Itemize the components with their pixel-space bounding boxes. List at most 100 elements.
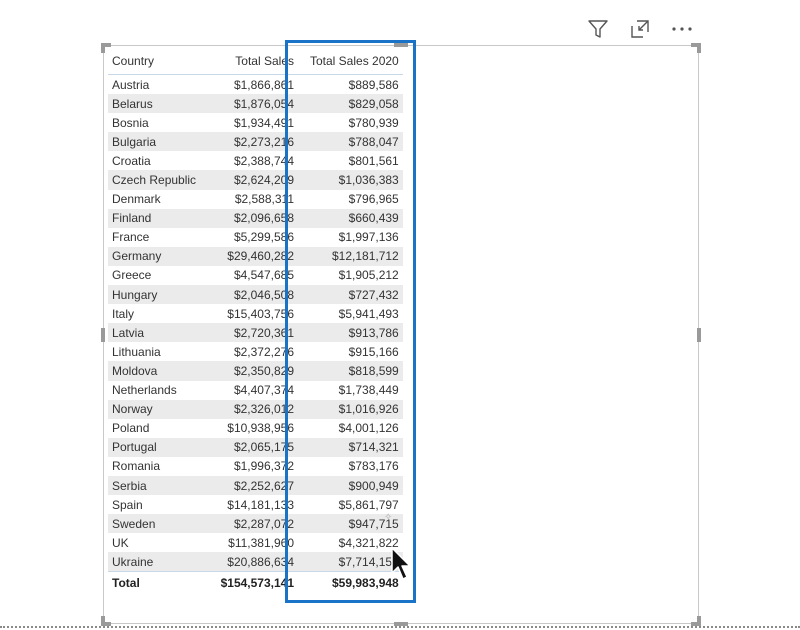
table-row[interactable]: Poland $10,938,956 $4,001,126	[108, 419, 403, 438]
table-row[interactable]: Greece $4,547,685 $1,905,212	[108, 266, 403, 285]
cell-total-sales-2020: $4,321,822	[338, 535, 399, 550]
table-row[interactable]: Ukraine $20,886,634 $7,714,152	[108, 552, 403, 572]
table-row[interactable]: France $5,299,586 $1,997,136	[108, 228, 403, 247]
cell-country: Poland	[112, 421, 150, 436]
cell-country: Lithuania	[112, 344, 161, 359]
table-row[interactable]: Lithuania $2,372,276 $915,166	[108, 342, 403, 361]
sparkle-icon: ✧	[384, 512, 393, 523]
table-row[interactable]: Portugal $2,065,175 $714,321	[108, 437, 403, 457]
cell-total-sales-2020: $12,181,712	[306, 246, 403, 266]
table-row[interactable]: Spain $14,181,133 $5,861,797	[108, 495, 403, 514]
cell-country: Moldova	[108, 361, 204, 381]
sales-data-table: Country Total Sales Total Sales 2020 Aus…	[108, 48, 403, 595]
cell-total-sales: $2,046,508	[204, 285, 298, 305]
table-row[interactable]: Bosnia $1,934,491 $780,939	[108, 113, 403, 132]
cell-total-sales-2020: $796,965	[348, 192, 399, 207]
table-row[interactable]: Germany $29,460,282 $12,181,712	[108, 246, 403, 266]
cell-total-sales: $4,407,374	[233, 383, 294, 398]
cell-total-sales: $5,299,586	[233, 230, 294, 245]
cell-total-sales: $2,372,276	[233, 344, 294, 359]
column-separator	[298, 190, 306, 209]
filter-button[interactable]	[584, 15, 612, 43]
table-row[interactable]: Croatia $2,388,744 $801,561	[108, 151, 403, 170]
column-separator	[298, 361, 306, 381]
resize-handle-top[interactable]	[394, 43, 408, 47]
table-row[interactable]: Netherlands $4,407,374 $1,738,449	[108, 381, 403, 400]
table-row[interactable]: Austria $1,866,861 $889,586	[108, 75, 403, 95]
table-row[interactable]: Denmark $2,588,311 $796,965	[108, 190, 403, 209]
table-row[interactable]: Romania $1,996,372 $783,176	[108, 457, 403, 476]
cell-total-sales: $2,350,829	[204, 361, 298, 381]
table-row[interactable]: Sweden $2,287,072 $947,715	[108, 514, 403, 534]
cell-total-sales: $1,876,054	[204, 94, 298, 114]
table-row[interactable]: Moldova $2,350,829 $818,599	[108, 361, 403, 381]
cell-total-sales-2020: $1,016,926	[306, 399, 403, 419]
column-separator	[298, 419, 306, 438]
column-header-country[interactable]: Country	[108, 48, 204, 75]
sales-table: Country Total Sales Total Sales 2020 Aus…	[108, 48, 403, 595]
cell-total-sales: $2,588,311	[234, 192, 294, 207]
cell-total-sales-2020: $915,166	[348, 344, 399, 359]
column-header-total-sales-2020[interactable]: Total Sales 2020	[306, 48, 403, 75]
cell-total-sales-2020: $913,786	[306, 323, 403, 343]
cell-country: Norway	[108, 399, 204, 419]
cell-country: Bosnia	[112, 115, 149, 130]
cell-total-sales-2020: $1,905,212	[338, 268, 399, 283]
cell-total-sales: $2,720,361	[204, 323, 298, 343]
column-separator	[298, 151, 306, 170]
column-separator	[298, 170, 306, 190]
cell-total-sales: $1,934,491	[233, 115, 294, 130]
table-row[interactable]: Bulgaria $2,273,216 $788,047	[108, 132, 403, 152]
cell-total-sales: $14,181,133	[227, 497, 294, 512]
cell-country: Netherlands	[112, 383, 177, 398]
column-separator	[298, 94, 306, 114]
table-row[interactable]: Serbia $2,252,627 $900,949	[108, 475, 403, 496]
filter-icon	[588, 20, 608, 38]
column-separator	[298, 514, 306, 534]
cell-total-sales-2020: $788,047	[306, 132, 403, 152]
cell-country: Denmark	[112, 192, 161, 207]
resize-handle-top-right[interactable]	[691, 43, 701, 53]
cell-country: Italy	[112, 306, 135, 321]
focus-mode-button[interactable]	[626, 15, 654, 43]
table-row[interactable]: Latvia $2,720,361 $913,786	[108, 323, 403, 343]
total-sales-2020-sum: $59,983,948	[306, 571, 403, 595]
cell-total-sales-2020: $818,599	[306, 361, 403, 381]
cell-total-sales-2020: $7,714,152	[306, 552, 403, 572]
resize-handle-left[interactable]	[101, 328, 105, 342]
cell-total-sales-2020: $714,321	[306, 437, 403, 457]
cell-country: Latvia	[108, 323, 204, 343]
cell-total-sales: $2,287,072	[204, 514, 298, 534]
more-options-icon	[672, 27, 692, 31]
table-body: Austria $1,866,861 $889,586 Belarus $1,876,0…	[108, 75, 403, 572]
table-row[interactable]: UK $11,381,960 $4,321,822	[108, 533, 403, 552]
cell-total-sales: $2,252,627	[204, 475, 298, 496]
column-separator	[298, 381, 306, 400]
column-header-total-sales[interactable]: Total Sales	[204, 48, 298, 75]
resize-handle-bottom-left[interactable]	[101, 616, 111, 626]
page-boundary-line	[0, 626, 800, 628]
cell-total-sales-2020: $783,176	[348, 459, 399, 474]
column-separator	[298, 342, 306, 361]
table-row[interactable]: Hungary $2,046,508 $727,432	[108, 285, 403, 305]
cell-total-sales: $2,326,012	[204, 399, 298, 419]
column-separator	[298, 266, 306, 285]
cell-total-sales-2020: $1,997,136	[338, 230, 399, 245]
cell-country: Ukraine	[108, 552, 204, 572]
more-options-button[interactable]	[668, 15, 696, 43]
table-row[interactable]: Finland $2,096,658 $660,439	[108, 208, 403, 228]
resize-handle-right[interactable]	[697, 328, 701, 342]
column-separator	[298, 399, 306, 419]
table-row[interactable]: Czech Republic $2,624,209 $1,036,383	[108, 170, 403, 190]
cell-total-sales: $29,460,282	[204, 246, 298, 266]
cell-total-sales: $1,866,861	[233, 77, 294, 92]
cell-country: Portugal	[108, 437, 204, 457]
column-separator	[298, 552, 306, 572]
table-row[interactable]: Norway $2,326,012 $1,016,926	[108, 399, 403, 419]
table-row[interactable]: Italy $15,403,756 $5,941,493	[108, 304, 403, 323]
cell-country: Czech Republic	[108, 170, 204, 190]
table-row[interactable]: Belarus $1,876,054 $829,058	[108, 94, 403, 114]
mouse-cursor-icon	[391, 547, 411, 580]
cell-total-sales: $2,096,658	[204, 208, 298, 228]
resize-handle-bottom-right[interactable]	[691, 616, 701, 626]
